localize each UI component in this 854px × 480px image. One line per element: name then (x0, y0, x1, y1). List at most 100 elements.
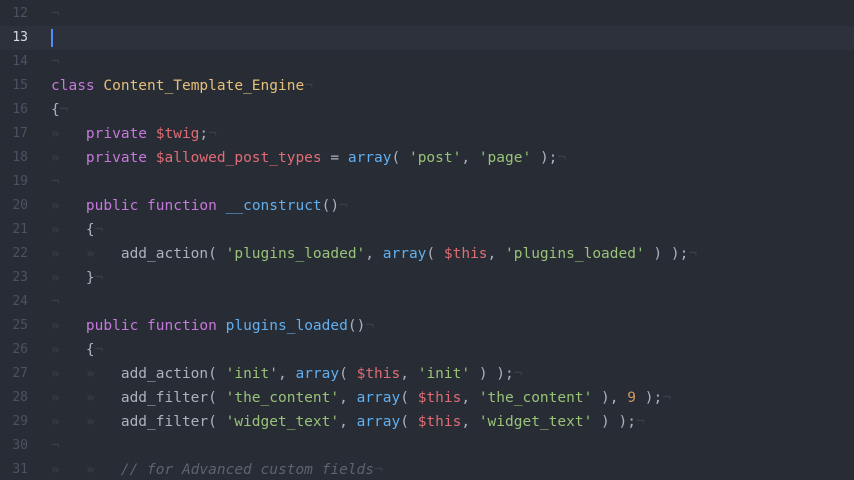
code-text: ¬ (51, 290, 60, 314)
code-text: » » add_filter( 'the_content', array( $t… (51, 386, 671, 410)
code-line[interactable]: 19 ¬ (0, 170, 854, 194)
whitespace-marker: » (51, 318, 86, 334)
code-token: 'init' (225, 366, 278, 382)
code-token: add_action( (120, 366, 226, 382)
code-line[interactable]: 12 ¬ (0, 2, 854, 26)
line-number: 24 (12, 294, 28, 309)
code-token: array (356, 390, 401, 406)
code-line[interactable]: 20 » public function __construct()¬ (0, 194, 854, 218)
whitespace-marker: » (51, 150, 86, 166)
whitespace-marker: ¬ (51, 6, 60, 22)
code-token: Content_Template_Engine (103, 78, 305, 94)
line-number: 25 (12, 318, 28, 333)
code-line[interactable]: 30 ¬ (0, 434, 854, 458)
code-line[interactable]: 31 » » // for Advanced custom fields¬ (0, 458, 854, 480)
code-line[interactable]: 25 » public function plugins_loaded()¬ (0, 314, 854, 338)
code-token: public (85, 318, 139, 334)
code-token: $this (417, 414, 462, 430)
current-code-line[interactable]: 13 (0, 26, 854, 50)
whitespace-marker: ¬ (208, 126, 217, 142)
whitespace-marker: ¬ (662, 390, 671, 406)
code-token: ( (391, 150, 409, 166)
code-token: , (365, 246, 383, 262)
line-number: 27 (12, 366, 28, 381)
code-token: , (339, 390, 357, 406)
code-token: add_filter( (120, 414, 226, 430)
code-token: , (461, 414, 479, 430)
code-line[interactable]: 21 » {¬ (0, 218, 854, 242)
whitespace-marker: ¬ (51, 54, 60, 70)
code-text: {¬ (51, 98, 68, 122)
code-token: , (339, 414, 357, 430)
code-token: ) ); (470, 366, 514, 382)
code-text: » private $twig;¬ (51, 122, 217, 146)
code-line[interactable]: 29 » » add_filter( 'widget_text', array( … (0, 410, 854, 434)
code-token: private (85, 150, 148, 166)
code-text: ¬ (51, 2, 60, 26)
line-number: 20 (12, 198, 28, 213)
line-number: 28 (12, 390, 28, 405)
code-token: 'page' (478, 150, 532, 166)
code-token: , (461, 150, 479, 166)
code-line[interactable]: 23 » }¬ (0, 266, 854, 290)
whitespace-marker: » (51, 126, 86, 142)
code-editor[interactable]: 12 ¬ 13 14 ¬ 15 class Content_Template_Engine¬… (0, 0, 854, 480)
code-line[interactable]: 26 » {¬ (0, 338, 854, 362)
code-token: array (347, 150, 392, 166)
code-token: plugins_loaded (225, 318, 348, 334)
code-token: 'post' (408, 150, 462, 166)
code-line[interactable]: 27 » » add_action( 'init', array( $this, … (0, 362, 854, 386)
line-number: 16 (12, 102, 28, 117)
code-text: ¬ (51, 50, 60, 74)
code-token: 9 (627, 390, 636, 406)
code-token: class (51, 78, 95, 94)
code-text: » {¬ (51, 218, 103, 242)
code-line[interactable]: 28 » » add_filter( 'the_content', array( … (0, 386, 854, 410)
code-token: __construct (225, 198, 322, 214)
line-number: 31 (12, 462, 28, 477)
code-token: = (321, 150, 348, 166)
whitespace-marker: ¬ (557, 150, 567, 166)
code-text: » » // for Advanced custom fields¬ (51, 458, 383, 480)
line-number: 29 (12, 414, 28, 429)
whitespace-marker: » » (51, 366, 121, 382)
whitespace-marker: ¬ (304, 78, 313, 94)
code-line[interactable]: 16 {¬ (0, 98, 854, 122)
line-number: 21 (12, 222, 28, 237)
code-token: ( (400, 414, 418, 430)
code-line[interactable]: 24 ¬ (0, 290, 854, 314)
line-number: 26 (12, 342, 28, 357)
code-line[interactable]: 22 » » add_action( 'plugins_loaded', arra… (0, 242, 854, 266)
code-line[interactable]: 18 » private $allowed_post_types = array(… (0, 146, 854, 170)
whitespace-marker: ¬ (59, 102, 69, 118)
code-token: { (85, 342, 95, 358)
code-token: 'widget_text' (478, 414, 593, 430)
code-token: private (85, 126, 148, 142)
code-token: , (487, 246, 506, 262)
code-token: ); (635, 390, 663, 406)
code-token: function (147, 198, 217, 214)
code-line[interactable]: 15 class Content_Template_Engine¬ (0, 74, 854, 98)
code-token: ) ); (644, 246, 689, 262)
whitespace-marker: ¬ (635, 414, 645, 430)
code-line[interactable]: 14 ¬ (0, 50, 854, 74)
code-token: } (85, 270, 95, 286)
code-text: » }¬ (51, 266, 103, 290)
code-text: class Content_Template_Engine¬ (51, 74, 313, 98)
code-token: array (356, 414, 401, 430)
code-token: () (321, 198, 340, 214)
whitespace-marker: ¬ (365, 318, 375, 334)
code-line[interactable]: 17 » private $twig;¬ (0, 122, 854, 146)
code-text: » public function __construct()¬ (51, 194, 348, 218)
code-token: ( (426, 246, 444, 262)
line-number: 22 (12, 246, 28, 261)
code-token: 'widget_text' (225, 414, 340, 430)
code-token: $this (417, 390, 462, 406)
line-number: 30 (12, 438, 28, 453)
code-token: ); (531, 150, 558, 166)
code-text: ¬ (51, 170, 60, 194)
whitespace-marker: ¬ (374, 462, 383, 478)
